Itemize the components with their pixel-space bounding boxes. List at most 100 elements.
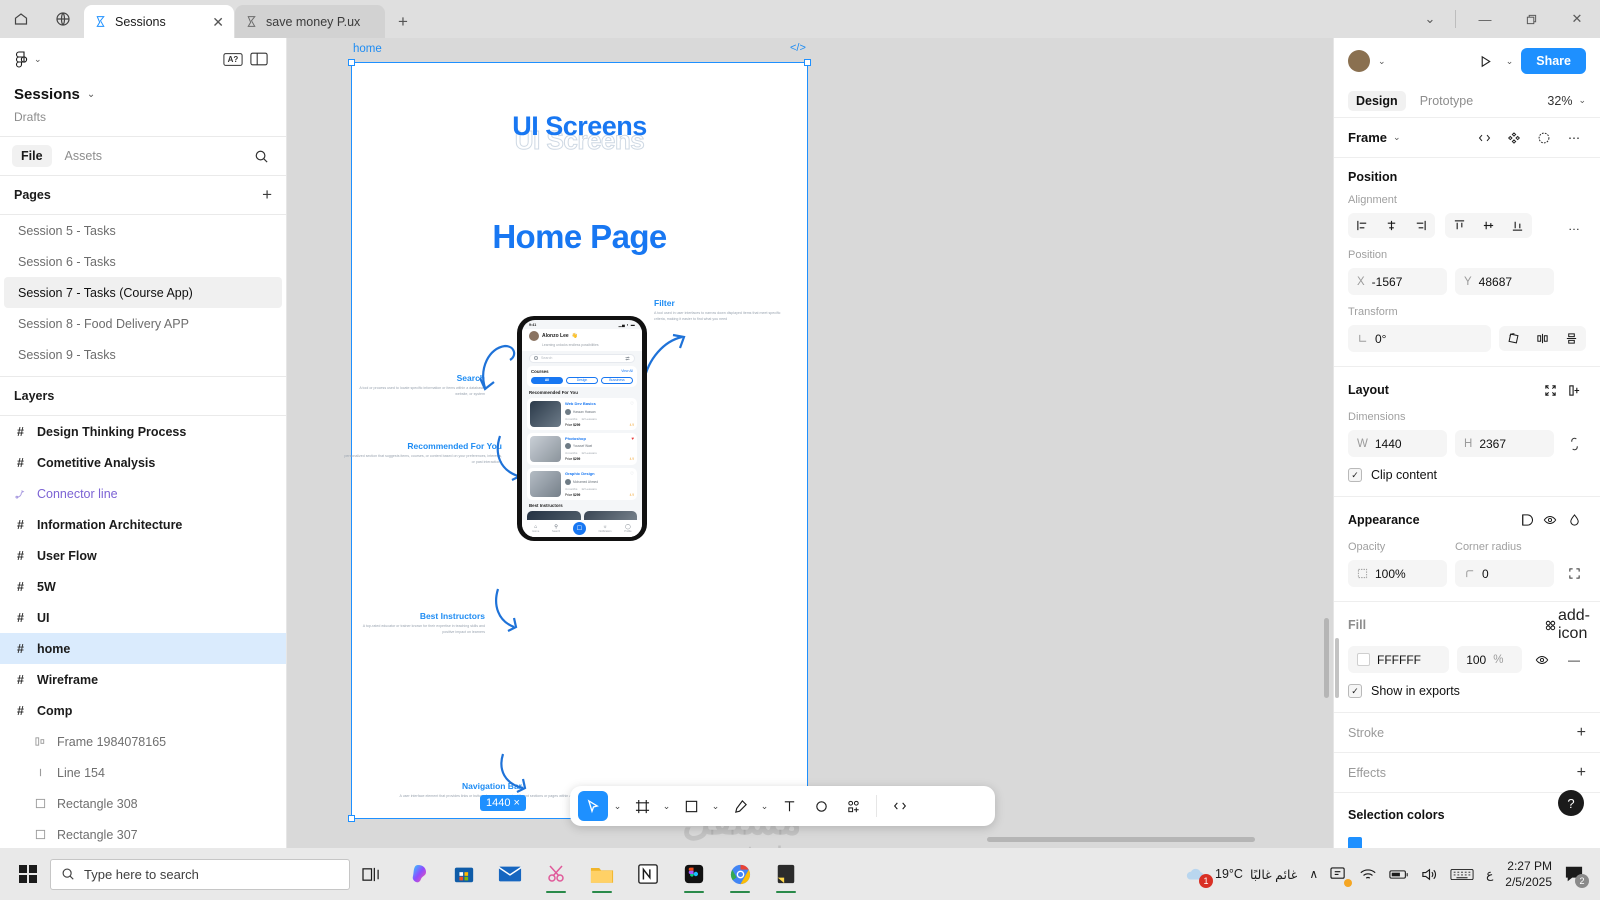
browser-tab-sessions[interactable]: Sessions ✕ xyxy=(84,5,234,38)
layer-item-home[interactable]: # home xyxy=(0,633,286,664)
course-card[interactable]: Graphic Design ♡ Mohamed Ahmed 4 months … xyxy=(527,467,637,500)
add-page-button[interactable]: + xyxy=(262,185,272,205)
nav-item-profile[interactable]: ◯ Profile xyxy=(624,524,631,533)
layer-item-information-architecture[interactable]: # Information Architecture xyxy=(0,509,286,540)
tab-assets[interactable]: Assets xyxy=(56,145,112,167)
layer-item-user-flow[interactable]: # User Flow xyxy=(0,540,286,571)
fill-opacity-field[interactable]: 100 % xyxy=(1457,646,1522,673)
font-preview-icon[interactable]: A? xyxy=(220,47,246,71)
mail-icon[interactable] xyxy=(488,852,532,896)
chrome-icon[interactable] xyxy=(718,852,762,896)
rotation-field[interactable]: 0° xyxy=(1348,325,1491,352)
opacity-field[interactable]: 100% xyxy=(1348,560,1447,587)
volume-icon[interactable] xyxy=(1421,867,1438,882)
code-icon[interactable] xyxy=(1472,127,1496,149)
heart-icon[interactable]: ♡ xyxy=(630,471,634,477)
close-button[interactable]: ✕ xyxy=(1554,0,1600,38)
zoom-level-label[interactable]: 32% xyxy=(1547,94,1572,108)
present-button[interactable] xyxy=(1474,49,1498,73)
flip-h-icon[interactable] xyxy=(1528,326,1557,351)
add-autolayout-icon[interactable] xyxy=(1562,379,1586,401)
help-button[interactable]: ? xyxy=(1558,790,1584,816)
chip-all[interactable]: All xyxy=(531,376,563,384)
resize-handle-bottom-left[interactable] xyxy=(348,815,355,822)
frame-name-label[interactable]: home xyxy=(353,43,382,55)
onedrive-icon[interactable] xyxy=(1330,866,1353,887)
panel-toggle-icon[interactable] xyxy=(246,47,272,71)
keyboard-icon[interactable] xyxy=(1450,867,1474,882)
chip-bussiness[interactable]: Bussiness xyxy=(601,376,633,384)
file-name-button[interactable]: Sessions ⌄ xyxy=(14,86,272,103)
flip-v-icon[interactable] xyxy=(1557,326,1586,351)
text-tool-button[interactable] xyxy=(774,791,804,821)
x-field[interactable]: X -1567 xyxy=(1348,268,1447,295)
nav-item-home[interactable]: ⌂ Home xyxy=(532,524,539,533)
figma-menu-button[interactable]: ⌄ xyxy=(14,50,42,69)
copilot-icon[interactable] xyxy=(396,852,440,896)
chevron-down-icon[interactable]: ⌄ xyxy=(610,801,625,812)
corner-radius-field[interactable]: 0 xyxy=(1455,560,1554,587)
width-field[interactable]: W 1440 xyxy=(1348,430,1447,457)
dev-mode-button[interactable] xyxy=(885,791,915,821)
chip-design[interactable]: Design xyxy=(566,376,598,384)
layer-item-rectangle-307[interactable]: Rectangle 307 xyxy=(0,819,286,848)
taskbar-search-input[interactable]: Type here to search xyxy=(50,858,350,890)
show-in-exports-checkbox[interactable]: ✓ xyxy=(1348,684,1362,698)
artboard-home[interactable]: UI Screens UI Screens Home Page Filter A… xyxy=(344,59,811,822)
layer-item-design-thinking-process[interactable]: # Design Thinking Process xyxy=(0,416,286,447)
windows-start-icon[interactable] xyxy=(6,852,50,896)
course-card[interactable]: Photoshop ♥ Youssef Wael 4 months 12 Les… xyxy=(527,432,637,465)
chat-icon[interactable]: 2 xyxy=(1564,865,1589,888)
layer-item-5w[interactable]: # 5W xyxy=(0,571,286,602)
more-icon[interactable]: ⋯ xyxy=(1562,127,1586,149)
design-canvas[interactable]: home </> UI Screens UI Screens Home Page… xyxy=(287,38,1333,848)
height-field[interactable]: H 2367 xyxy=(1455,430,1554,457)
right-panel-scrollbar[interactable] xyxy=(1335,638,1339,698)
selection-color-swatch[interactable] xyxy=(1348,837,1362,848)
filter-icon[interactable] xyxy=(625,356,630,361)
resize-handle-top-left[interactable] xyxy=(348,59,355,66)
avatar[interactable] xyxy=(529,331,539,341)
layer-item-line-154[interactable]: Line 154 xyxy=(0,757,286,788)
avatar[interactable] xyxy=(1348,50,1370,72)
chevron-down-icon[interactable]: ⌄ xyxy=(659,801,674,812)
eye-icon[interactable] xyxy=(1530,649,1554,671)
blend-mode-icon[interactable] xyxy=(1514,509,1538,531)
shape-tool-button[interactable] xyxy=(676,791,706,821)
align-more-icon[interactable]: … xyxy=(1562,215,1586,237)
view-all-link[interactable]: View All xyxy=(621,369,633,373)
tab-file[interactable]: File xyxy=(12,145,52,167)
align-h-center-icon[interactable] xyxy=(1377,213,1406,238)
y-field[interactable]: Y 48687 xyxy=(1455,268,1554,295)
move-tool-button[interactable] xyxy=(578,791,608,821)
actions-tool-button[interactable] xyxy=(838,791,868,821)
battery-icon[interactable] xyxy=(1389,868,1409,881)
code-icon[interactable]: </> xyxy=(790,42,806,54)
canvas-vertical-scrollbar[interactable] xyxy=(1324,618,1329,698)
tray-chevron-up-icon[interactable]: ∧ xyxy=(1309,867,1318,881)
nav-item-courses[interactable]: ☐ xyxy=(572,522,586,535)
rotate-icon[interactable] xyxy=(1499,326,1528,351)
clip-content-row[interactable]: ✓ Clip content xyxy=(1348,468,1586,482)
task-view-icon[interactable] xyxy=(350,852,392,896)
align-bottom-icon[interactable] xyxy=(1503,213,1532,238)
course-card[interactable]: Web Dev Basics ♡ Hassan Hassan 4 months … xyxy=(527,397,637,430)
layer-item-ui[interactable]: # UI xyxy=(0,602,286,633)
component-icon[interactable] xyxy=(1502,127,1526,149)
remove-fill-button[interactable]: — xyxy=(1562,649,1586,671)
comment-tool-button[interactable] xyxy=(806,791,836,821)
align-top-icon[interactable] xyxy=(1445,213,1474,238)
home-icon[interactable] xyxy=(0,0,42,38)
chevron-down-icon[interactable]: ⌄ xyxy=(757,801,772,812)
layer-item-connector-line[interactable]: Connector line xyxy=(0,478,286,509)
link-ratio-icon[interactable] xyxy=(1562,437,1586,451)
resize-handle-top-right[interactable] xyxy=(804,59,811,66)
chevron-down-icon[interactable]: ⌄ xyxy=(708,801,723,812)
nav-item-search[interactable]: ⚲ Search xyxy=(552,524,560,533)
restore-button[interactable] xyxy=(1508,0,1554,38)
browser-tab-save-money[interactable]: save money P.ux xyxy=(235,5,385,38)
layer-item-frame-1984078165[interactable]: Frame 1984078165 xyxy=(0,726,286,757)
color-swatch[interactable] xyxy=(1357,653,1370,666)
chevron-down-icon[interactable]: ⌄ xyxy=(1378,56,1386,67)
taskbar-clock[interactable]: 2:27 PM 2/5/2025 xyxy=(1505,858,1552,890)
